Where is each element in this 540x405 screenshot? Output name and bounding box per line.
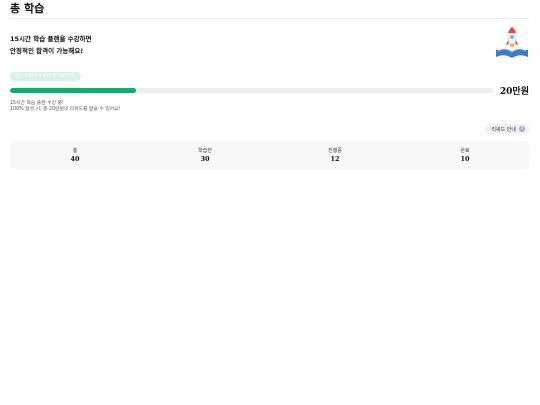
- rocket-book-icon: [496, 26, 528, 58]
- stat-label: 학습전: [198, 147, 212, 154]
- reward-guide-label: 리워드 안내: [491, 126, 516, 133]
- stat-value: 30: [200, 154, 210, 163]
- stat-label: 총: [72, 147, 78, 154]
- info-icon: i: [519, 126, 525, 132]
- stat-total: 총 40: [10, 141, 140, 170]
- title-divider: [10, 18, 530, 19]
- page-title: 총 학습: [10, 2, 45, 15]
- stat-value: 40: [70, 154, 80, 163]
- headline-line-1: 15시간 학습 플랜을 수강하면: [10, 35, 92, 43]
- stat-label: 진행중: [328, 147, 342, 154]
- stat-value: 12: [330, 154, 340, 163]
- progress-bar-fill: [10, 88, 136, 93]
- progress-description: 15시간 학습 플랜 수강 중! 100% 달성 시, 총 20만원의 리워드를…: [10, 101, 121, 113]
- progress-bar: [10, 88, 493, 93]
- stat-before-learning: 학습전 30: [140, 141, 270, 170]
- headline: 15시간 학습 플랜을 수강하면 안정적인 합격이 가능해요!: [10, 33, 92, 57]
- progress-description-line-2: 100% 달성 시, 총 20만원의 리워드를 받을 수 있어요!: [10, 107, 121, 113]
- reward-amount: 20만원: [499, 87, 529, 97]
- stats-card: 총 40 학습전 30 진행중 12 완료 10: [10, 141, 530, 170]
- encouragement-pill: 한번 도전해서 환급 한 기회인데!: [10, 72, 82, 81]
- stat-completed: 완료 10: [400, 141, 530, 170]
- stat-value: 10: [460, 154, 470, 163]
- headline-line-2: 안정적인 합격이 가능해요!: [10, 47, 84, 55]
- stat-label: 완료: [460, 147, 470, 154]
- stat-in-progress: 진행중 12: [270, 141, 400, 170]
- reward-guide-button[interactable]: 리워드 안내 i: [485, 124, 529, 134]
